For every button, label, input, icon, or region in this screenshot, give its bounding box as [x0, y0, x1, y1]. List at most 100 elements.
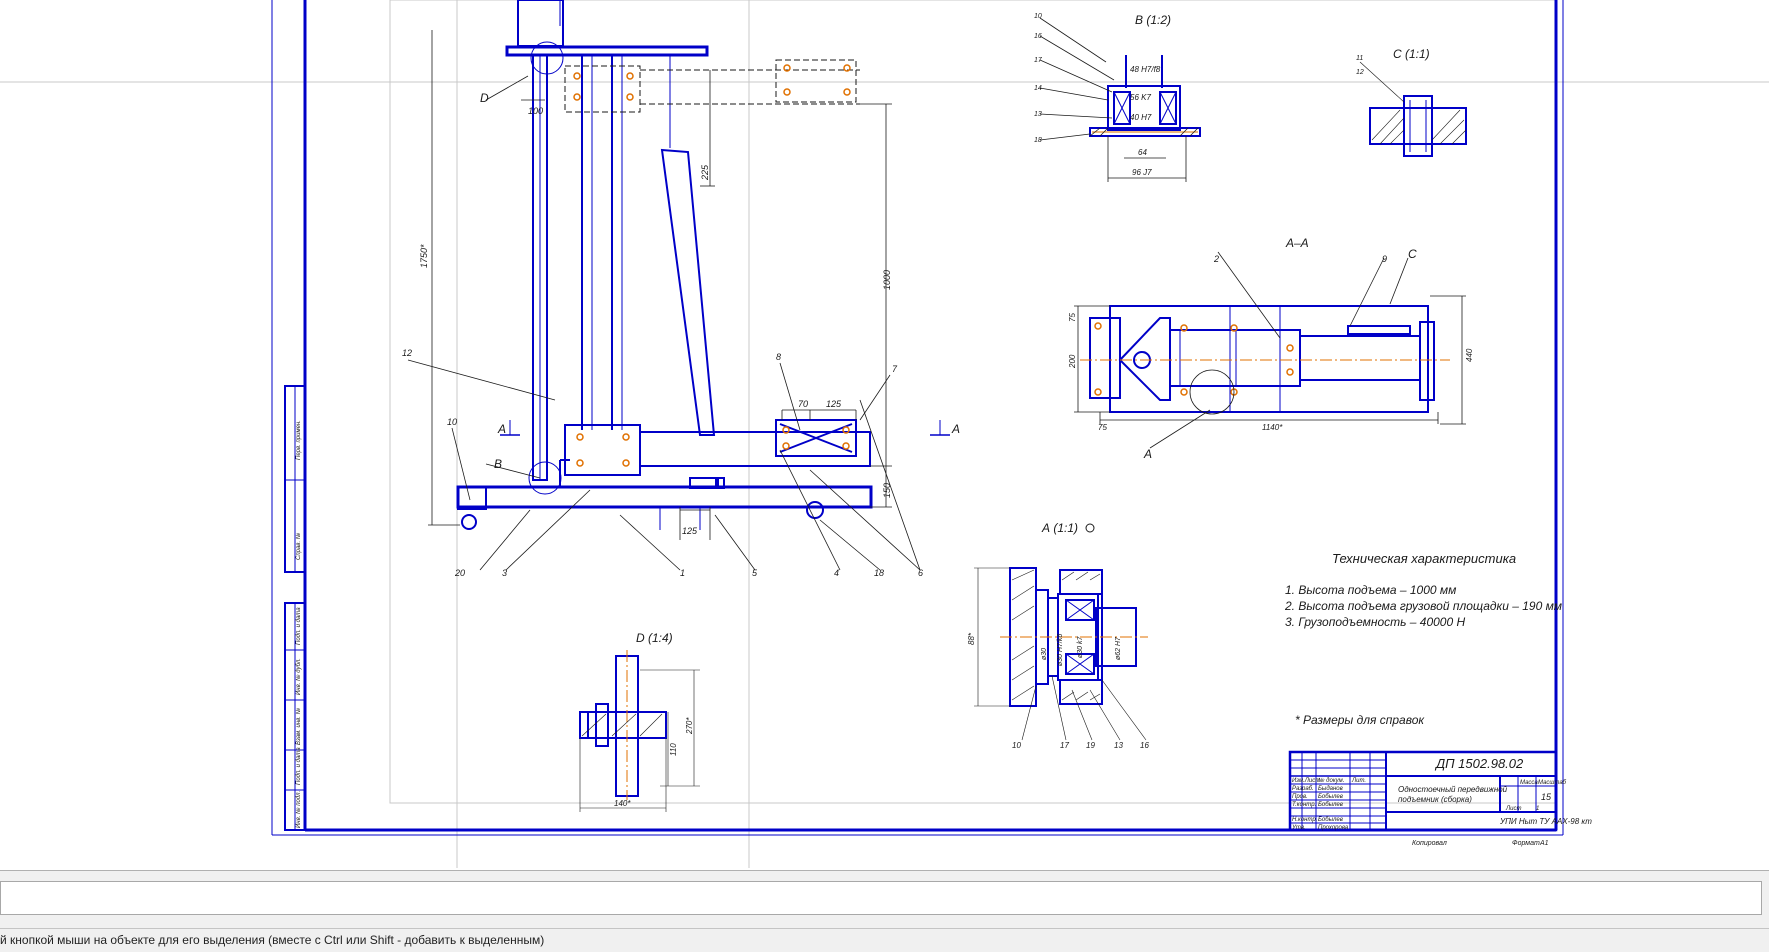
view-aa: А–А 200 75 440 1140* 75 2 9 C A [1068, 236, 1474, 461]
tb-name-5: Прохорова [1318, 825, 1349, 831]
status-bar: й кнопкой мыши на объекте для его выделе… [0, 928, 1769, 952]
guide-lines [0, 0, 1769, 868]
d-dim-h1: 270* [685, 717, 694, 735]
b-leader-18: 18 [1034, 137, 1042, 144]
view-a-detail: А (1:1) 88* ø30 ø30 H7/k6 ø30 k7 ø62 H7 … [967, 521, 1149, 750]
tb-header-docnum: № докум. [1318, 777, 1344, 784]
b-dim-3: 40 H7 [1130, 113, 1152, 122]
b-leader-16: 16 [1034, 33, 1042, 40]
tb-header-lit: Лит. [1351, 778, 1366, 784]
d-dim-w: 140* [614, 799, 631, 808]
b-dim-4: 64 [1138, 148, 1147, 157]
tb-role-3: Т.контр. [1292, 802, 1316, 808]
main-view-leaders [407, 75, 950, 571]
leader-10: 10 [447, 417, 457, 427]
dim-height-total: 1750* [419, 244, 429, 268]
leader-3: 3 [502, 568, 507, 578]
a-dim-2: ø30 H7/k6 [1057, 634, 1064, 666]
copied-label: Копировал [1412, 840, 1447, 847]
specs-note: * Размеры для справок [1295, 713, 1425, 727]
b-dim-1: 48 H7/f8 [1130, 65, 1161, 74]
a-dim-3: ø30 k7 [1077, 635, 1084, 658]
b-leader-14: 14 [1034, 85, 1042, 92]
doc-code: ДП 1502.98.02 [1434, 756, 1524, 771]
tb-header-sheet: Лист [1505, 806, 1521, 812]
tb-header-scale: Масштаб [1538, 780, 1567, 786]
dim-pad-w: 125 [826, 399, 842, 409]
view-d: D (1:4) 270* 110 140* [579, 631, 700, 812]
frame-label-3: Инв. № дубл. [295, 658, 302, 695]
aa-dim-h: 200 [1068, 354, 1077, 369]
aa-leader-2: 2 [1213, 254, 1219, 264]
tb-name-3: Бобылев [1318, 802, 1343, 808]
aa-leader-9: 9 [1382, 254, 1387, 264]
format-label: Формат [1512, 840, 1540, 847]
drawing-canvas[interactable]: Перв. примен. Справ. № Подп. и дата Инв.… [0, 0, 1769, 870]
a-dim-1: ø30 [1041, 648, 1048, 660]
b-leader-17: 17 [1034, 57, 1043, 64]
leader-4: 4 [834, 568, 839, 578]
specs-item-1: 1. Высота подъема – 1000 мм [1285, 583, 1456, 597]
tb-role-2: Пров. [1292, 794, 1308, 800]
tech-specs: Техническая характеристика 1. Высота под… [1284, 551, 1562, 727]
leader-a-right: A [951, 422, 960, 436]
b-dim-5: 96 J7 [1132, 168, 1152, 177]
leader-a-left: A [497, 422, 506, 436]
leader-d: D [480, 91, 489, 105]
tb-name-4: Бобылев [1318, 817, 1343, 823]
view-b: В (1:2) 48 H7/f8 56 K7 40 H7 64 96 J7 10… [1034, 13, 1201, 182]
status-message: й кнопкой мыши на объекте для его выделе… [0, 933, 545, 947]
view-aa-title: А–А [1285, 236, 1309, 250]
view-a-detail-title: А (1:1) [1041, 521, 1078, 535]
leader-12: 12 [402, 348, 412, 358]
aa-dim-len: 1140* [1262, 423, 1283, 432]
tb-role-1: Разраб. [1292, 786, 1314, 792]
dim-top: 100 [528, 106, 543, 116]
tb-name-2: Бобылев [1318, 794, 1343, 800]
tb-role-5: Утв. [1291, 825, 1306, 831]
sheet-no: 1 [1536, 806, 1539, 812]
dim-base-w: 125 [682, 526, 698, 536]
b-leader-10: 10 [1034, 13, 1042, 20]
b-leader-13: 13 [1034, 111, 1042, 118]
a-leader-19: 19 [1086, 741, 1095, 750]
aa-dim-t: 75 [1068, 313, 1077, 322]
tb-role-0: Изм.Лист [1292, 778, 1320, 784]
doc-name-line1: Одностоечный передвижной [1398, 785, 1508, 794]
dim-pad-gap: 70 [798, 399, 808, 409]
aa-dim-l: 75 [1098, 423, 1107, 432]
frame-label-1: Справ. № [295, 532, 302, 560]
leader-5: 5 [752, 568, 758, 578]
main-view [456, 0, 873, 530]
leader-b: B [494, 457, 502, 471]
dim-arm: 225 [700, 164, 710, 181]
specs-item-2: 2. Высота подъема грузовой площадки – 19… [1284, 599, 1562, 613]
leader-7: 7 [892, 364, 898, 374]
command-line-input[interactable] [0, 881, 1762, 915]
frame-label-6: Инв. № подл. [295, 791, 302, 828]
view-c: С (1:1) 11 12 [1356, 47, 1467, 157]
leader-20: 20 [454, 568, 465, 578]
frame-label-0: Перв. примен. [296, 420, 302, 460]
aa-dim-w: 440 [1465, 348, 1474, 362]
command-panel [0, 870, 1769, 929]
leader-18: 18 [874, 568, 884, 578]
view-d-title: D (1:4) [636, 631, 673, 645]
doc-name-line2: подъемник (сборка) [1398, 795, 1472, 804]
frame-label-4: Взам. инв. № [295, 707, 302, 745]
main-dim-labels: 1750* 1000 225 100 150 125 70 125 [419, 106, 892, 536]
a-leader-16: 16 [1140, 741, 1149, 750]
frame-side-labels: Перв. примен. Справ. № Подп. и дата Инв.… [295, 420, 302, 828]
title-block: ДП 1502.98.02 Одностоечный передвижной п… [1288, 750, 1592, 847]
c-leader-12: 12 [1356, 69, 1364, 76]
frame-label-5: Подп. и дата [296, 747, 302, 785]
a-leader-10: 10 [1012, 741, 1021, 750]
a-dim-4: ø62 H7 [1115, 636, 1122, 660]
tb-role-4: Н.контр. [1292, 817, 1317, 823]
main-view-dashed [564, 59, 860, 113]
b-dim-2: 56 K7 [1130, 93, 1151, 102]
specs-title: Техническая характеристика [1332, 551, 1516, 566]
a-leader-13: 13 [1114, 741, 1123, 750]
leader-6: 6 [918, 568, 923, 578]
view-c-title: С (1:1) [1393, 47, 1430, 61]
